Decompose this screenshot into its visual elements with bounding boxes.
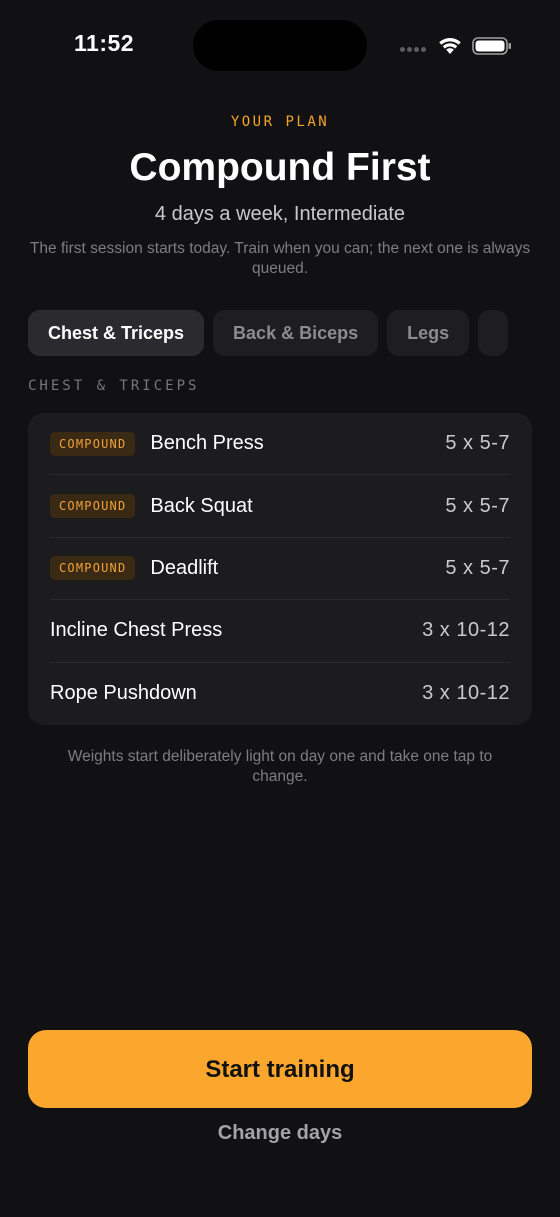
exercise-sets: 3 x 10-12 [422, 682, 510, 705]
signal-dots-icon [400, 47, 430, 53]
exercise-sets: 5 x 5-7 [445, 494, 510, 517]
compound-badge: COMPOUND [50, 431, 136, 456]
exercise-sets: 3 x 10-12 [422, 619, 510, 642]
dynamic-island [193, 20, 367, 71]
status-bar: 11:52 [0, 0, 560, 90]
compound-badge: COMPOUND [50, 556, 136, 581]
exercise-row[interactable]: Incline Chest Press 3 x 10-12 [50, 600, 510, 663]
exercise-row[interactable]: COMPOUND Back Squat 5 x 5-7 [50, 475, 510, 538]
wifi-icon [437, 35, 463, 60]
compound-badge: COMPOUND [50, 494, 136, 519]
change-days-link[interactable]: Change days [0, 1122, 560, 1145]
status-time: 11:52 [74, 30, 135, 56]
exercise-name: Rope Pushdown [50, 682, 197, 705]
weights-note: Weights start deliberately light on day … [67, 748, 493, 785]
day-tabs: Chest & Triceps Back & Biceps Legs [28, 310, 532, 356]
tab-next[interactable] [478, 310, 509, 356]
exercise-sets: 5 x 5-7 [445, 556, 510, 579]
tab-chest-triceps[interactable]: Chest & Triceps [28, 310, 205, 356]
start-training-button[interactable]: Start training [28, 1030, 532, 1108]
section-label: CHEST & TRICEPS [28, 378, 200, 394]
exercise-name: Back Squat [150, 494, 253, 517]
exercise-name: Bench Press [150, 432, 264, 455]
exercise-name: Deadlift [150, 556, 219, 579]
battery-icon [472, 36, 512, 61]
page-subtitle: 4 days a week, Intermediate [154, 203, 406, 225]
page-title: Compound First [129, 146, 431, 189]
exercise-name: Incline Chest Press [50, 619, 223, 642]
tab-legs[interactable]: Legs [387, 310, 470, 356]
plan-eyebrow: YOUR PLAN [230, 114, 330, 130]
exercise-list: COMPOUND Bench Press 5 x 5-7 COMPOUND Ba… [28, 413, 532, 725]
page-description: The first session starts today. Train wh… [29, 240, 531, 277]
tab-back-biceps[interactable]: Back & Biceps [213, 310, 379, 356]
exercise-row[interactable]: COMPOUND Bench Press 5 x 5-7 [50, 413, 510, 476]
exercise-sets: 5 x 5-7 [445, 432, 510, 455]
exercise-row[interactable]: COMPOUND Deadlift 5 x 5-7 [50, 538, 510, 601]
exercise-row[interactable]: Rope Pushdown 3 x 10-12 [50, 663, 510, 725]
